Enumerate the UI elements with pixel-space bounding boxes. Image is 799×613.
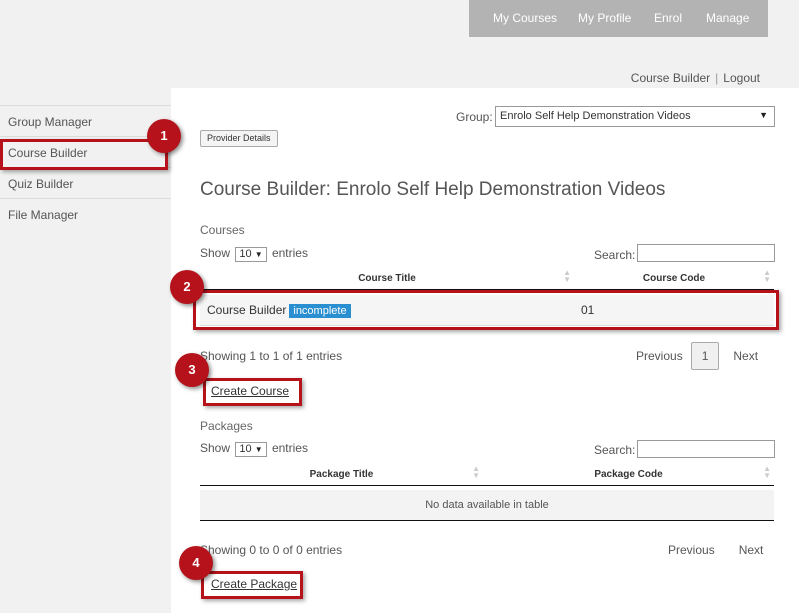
callout-number-2: 2 (170, 270, 204, 304)
sidebar: Group Manager Course Builder Quiz Builde… (0, 105, 171, 229)
table-row[interactable]: Course Builder incomplete 01 (200, 295, 774, 326)
packages-previous-button[interactable]: Previous (668, 543, 715, 557)
dropdown-arrow-icon: ▼ (759, 110, 768, 120)
package-title-header[interactable]: Package Title ▲ ▼ (200, 464, 483, 486)
package-code-header-label: Package Code (594, 469, 663, 480)
sidebar-item-course-builder[interactable]: Course Builder (0, 136, 171, 167)
packages-empty-row: No data available in table (200, 490, 774, 521)
top-navigation: My Courses My Profile Enrol Manage (469, 0, 768, 37)
nav-manage[interactable]: Manage (706, 11, 749, 25)
nav-my-profile[interactable]: My Profile (578, 11, 631, 25)
course-title-header[interactable]: Course Title ▲ ▼ (200, 268, 574, 290)
courses-next-button[interactable]: Next (733, 349, 758, 363)
nav-my-courses[interactable]: My Courses (493, 11, 557, 25)
course-title-cell: Course Builder incomplete (207, 303, 351, 318)
group-select[interactable]: Enrolo Self Help Demonstration Videos ▼ (495, 106, 775, 127)
create-course-link[interactable]: Create Course (211, 384, 289, 398)
sort-icon: ▲ ▼ (763, 268, 771, 284)
course-title-text: Course Builder (207, 303, 287, 317)
courses-entries-label: entries (271, 246, 308, 260)
courses-section-label: Courses (200, 223, 245, 237)
sort-icon: ▲ ▼ (763, 464, 771, 480)
packages-entries-value: 10 (239, 443, 252, 455)
callout-number-3: 3 (175, 353, 209, 387)
sidebar-item-quiz-builder[interactable]: Quiz Builder (0, 167, 171, 198)
course-code-cell: 01 (581, 303, 595, 317)
package-title-header-label: Package Title (309, 469, 374, 480)
page-title: Course Builder: Enrolo Self Help Demonst… (200, 179, 666, 200)
packages-length-control: Show 10 ▼ entries (200, 441, 308, 457)
main-panel: Group: Enrolo Self Help Demonstration Vi… (171, 88, 799, 613)
packages-section-label: Packages (200, 419, 253, 433)
packages-entries-select[interactable]: 10 ▼ (235, 442, 267, 457)
dropdown-arrow-icon: ▼ (254, 250, 263, 259)
courses-page-1-button[interactable]: 1 (690, 342, 720, 370)
course-code-header-label: Course Code (642, 273, 706, 284)
user-bar: Course Builder | Logout (631, 71, 760, 85)
courses-table-info: Showing 1 to 1 of 1 entries (200, 349, 343, 363)
userbar-separator: | (715, 71, 719, 85)
sort-icon: ▲ ▼ (563, 268, 571, 284)
courses-entries-select[interactable]: 10 ▼ (235, 247, 267, 262)
packages-table-info: Showing 0 to 0 of 0 entries (200, 543, 343, 557)
packages-search-input[interactable] (637, 440, 775, 458)
course-code-header[interactable]: Course Code ▲ ▼ (574, 268, 774, 290)
packages-search-label: Search: (594, 443, 636, 457)
create-package-link[interactable]: Create Package (211, 577, 297, 591)
userbar-course-builder-link[interactable]: Course Builder (631, 71, 710, 85)
logout-link[interactable]: Logout (723, 71, 760, 85)
package-code-header[interactable]: Package Code ▲ ▼ (483, 464, 774, 486)
callout-number-1: 1 (147, 119, 181, 153)
courses-pagination: Previous 1 Next (636, 342, 758, 370)
nav-enrol[interactable]: Enrol (654, 11, 682, 25)
course-title-header-label: Course Title (358, 273, 416, 284)
packages-show-label: Show (200, 441, 231, 455)
group-label: Group: (456, 110, 493, 124)
courses-show-label: Show (200, 246, 231, 260)
courses-search-label: Search: (594, 248, 636, 262)
packages-pagination: Previous Next (668, 543, 763, 557)
courses-length-control: Show 10 ▼ entries (200, 246, 308, 262)
sidebar-item-group-manager[interactable]: Group Manager (0, 105, 171, 136)
courses-previous-button[interactable]: Previous (636, 349, 683, 363)
provider-details-button[interactable]: Provider Details (200, 130, 278, 147)
group-select-value: Enrolo Self Help Demonstration Videos (500, 110, 691, 122)
packages-entries-label: entries (271, 441, 308, 455)
sidebar-item-file-manager[interactable]: File Manager (0, 198, 171, 229)
packages-next-button[interactable]: Next (739, 543, 764, 557)
callout-number-4: 4 (179, 546, 213, 580)
status-badge: incomplete (289, 304, 351, 318)
courses-search-input[interactable] (637, 244, 775, 262)
courses-entries-value: 10 (239, 248, 252, 260)
sort-icon: ▲ ▼ (472, 464, 480, 480)
dropdown-arrow-icon: ▼ (254, 445, 263, 454)
